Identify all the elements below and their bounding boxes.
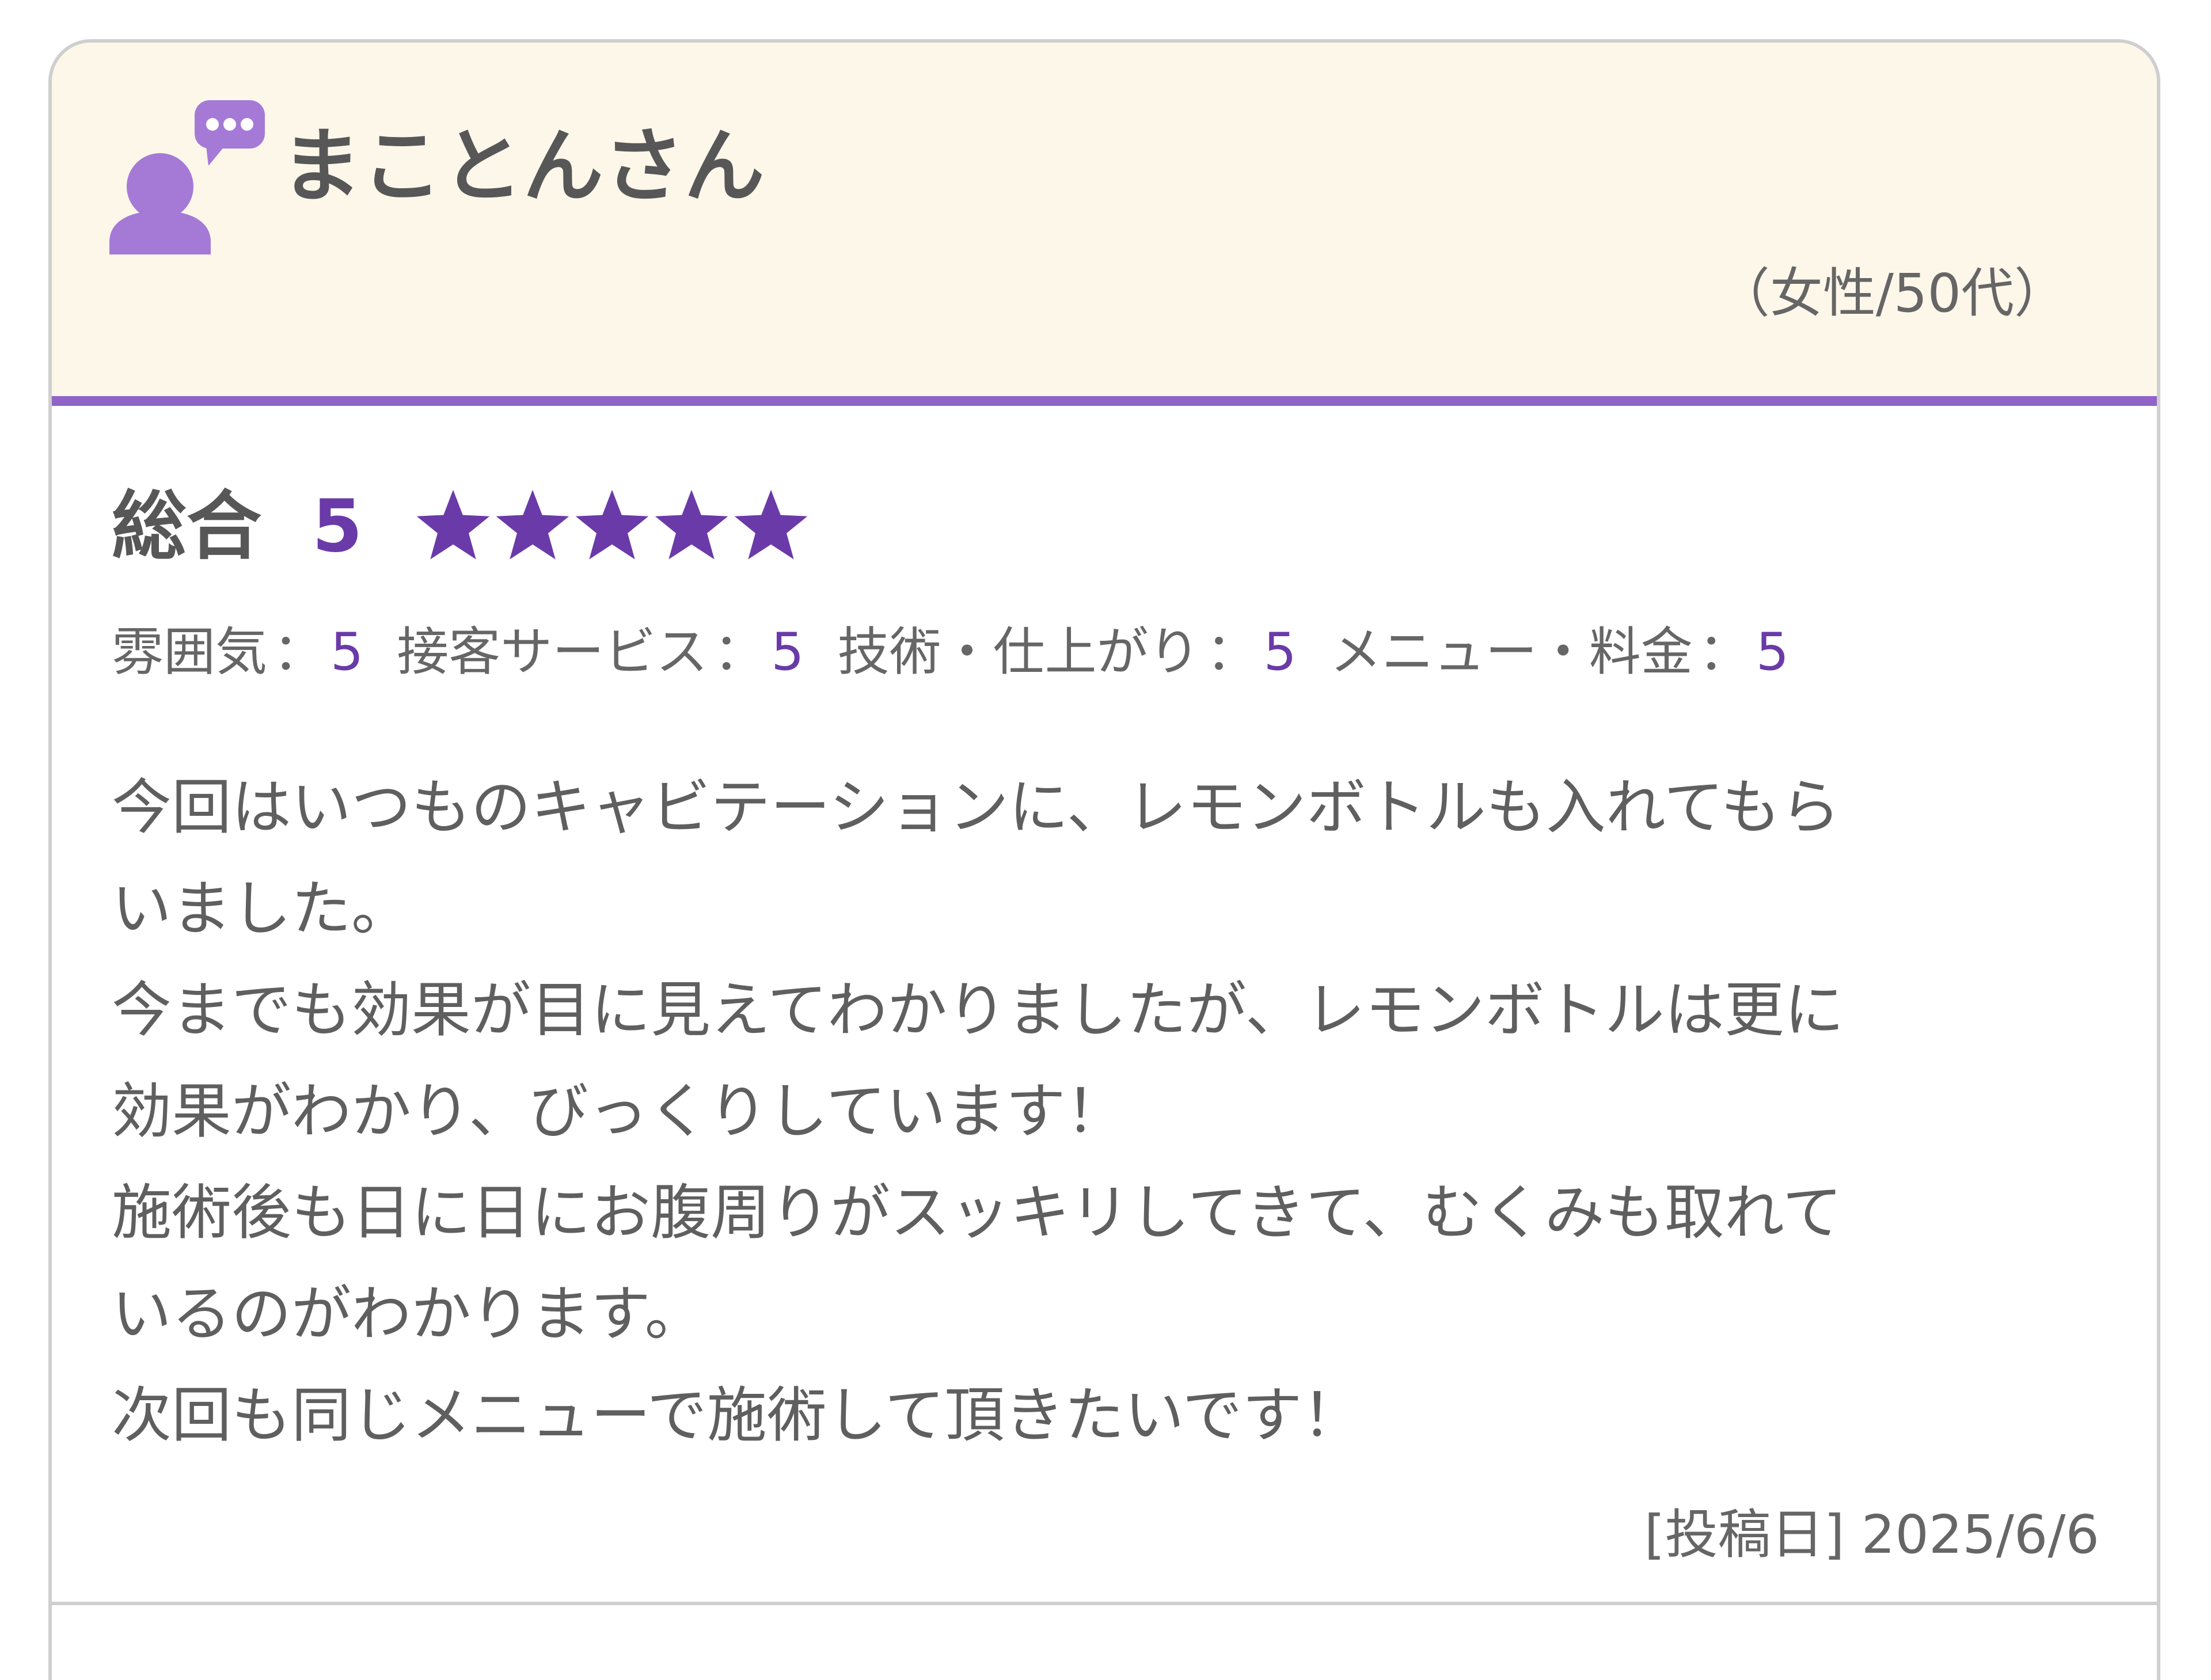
review-line: 今回はいつものキャビテーションに、レモンボトルも入れてもら — [112, 772, 1841, 842]
rating-separator: ： — [273, 622, 325, 682]
overall-score: 5 — [312, 484, 363, 568]
star-filled-icon — [496, 489, 569, 560]
rating-label: 接客サービス — [397, 622, 708, 682]
rating-label: 技術・仕上がり — [837, 622, 1201, 682]
rating-value: 5 — [1756, 622, 1790, 682]
rating-value: 5 — [330, 622, 364, 682]
rating-separator: ： — [1206, 622, 1258, 682]
review-card: まことんさん （女性/50代） 総合 5 雰囲気： 5 接客サービス： 5 技術・仕… — [48, 39, 2160, 1680]
card-divider — [52, 1602, 2157, 1605]
rating-atmosphere: 雰囲気： 5 — [112, 626, 363, 678]
user-comment-icon — [109, 100, 265, 254]
star-filled-icon — [575, 489, 648, 560]
rating-label: メニュー・料金 — [1329, 622, 1693, 682]
category-ratings: 雰囲気： 5 接客サービス： 5 技術・仕上がり： 5 メニュー・料金： 5 — [112, 626, 1822, 678]
rating-label: 雰囲気 — [112, 622, 267, 682]
star-filled-icon — [416, 489, 489, 560]
rating-separator: ： — [1698, 622, 1750, 682]
review-line: いるのがわかります。 — [112, 1279, 705, 1349]
rating-technique: 技術・仕上がり： 5 — [838, 626, 1297, 678]
rating-value: 5 — [771, 622, 804, 682]
review-line: 次回も同じメニューで施術して頂きたいです！ — [112, 1380, 1362, 1450]
review-line: 施術後も日に日にお腹周りがスッキリしてきて、むくみも取れて — [112, 1177, 1842, 1248]
review-line: 効果がわかり、びっくりしています！ — [112, 1076, 1126, 1146]
review-line: 今までも効果が目に見えてわかりましたが、レモンボトルは更に — [112, 975, 1844, 1045]
post-date: [投稿日] 2025/6/6 — [1644, 1504, 2099, 1565]
star-filled-icon — [734, 489, 807, 560]
star-rating — [413, 486, 811, 566]
rating-service: 接客サービス： 5 — [397, 626, 804, 678]
reviewer-demographic: （女性/50代） — [1716, 263, 2067, 324]
rating-value: 5 — [1263, 622, 1297, 682]
review-header: まことんさん （女性/50代） — [52, 43, 2157, 406]
review-line: いました。 — [112, 873, 412, 944]
star-filled-icon — [655, 489, 728, 560]
overall-rating: 総合 5 — [112, 480, 811, 572]
review-text: 今回はいつものキャビテーションに、レモンボトルも入れてもら いました。 今までも… — [112, 757, 2081, 1466]
reviewer-name: まことんさん — [281, 120, 765, 214]
rating-separator: ： — [713, 622, 766, 682]
overall-label: 総合 — [112, 482, 262, 570]
rating-menu-price: メニュー・料金： 5 — [1330, 626, 1789, 678]
